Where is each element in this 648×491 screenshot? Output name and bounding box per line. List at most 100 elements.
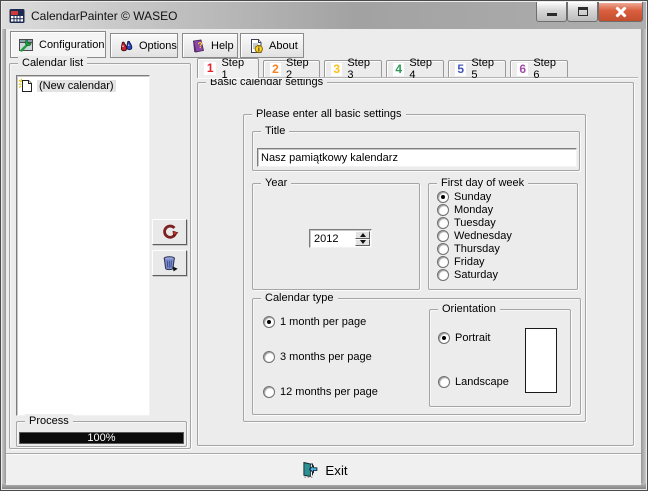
step-label: Step 5 bbox=[471, 57, 499, 81]
calendar-type-group: Calendar type 1 month per page 3 months … bbox=[252, 298, 581, 415]
radio-label: 12 months per page bbox=[280, 386, 378, 398]
orientation-preview bbox=[525, 328, 557, 393]
process-label: Process bbox=[25, 414, 73, 429]
spin-up-button[interactable] bbox=[355, 231, 370, 239]
progress-value: 100% bbox=[87, 432, 115, 444]
step-tab-2[interactable]: 2 Step 2 bbox=[263, 60, 320, 77]
radio-3-months-per-page[interactable]: 3 months per page bbox=[263, 350, 372, 363]
exit-button[interactable]: Exit bbox=[289, 458, 357, 482]
minimize-icon bbox=[547, 13, 557, 16]
year-input[interactable] bbox=[311, 231, 355, 246]
radio-icon bbox=[437, 269, 449, 281]
step-label: Step 2 bbox=[286, 57, 313, 81]
calendar-list-group: Calendar list (New calendar) bbox=[9, 63, 191, 449]
radio-sunday[interactable]: Sunday bbox=[437, 190, 491, 203]
paint-jugs-icon bbox=[118, 38, 134, 54]
radio-12-months-per-page[interactable]: 12 months per page bbox=[263, 385, 378, 398]
minimize-button[interactable] bbox=[536, 2, 567, 22]
basic-settings-group: Basic calendar settings Please enter all… bbox=[197, 82, 634, 446]
step-label: Step 6 bbox=[533, 57, 561, 81]
radio-label: 1 month per page bbox=[280, 316, 366, 328]
exit-label: Exit bbox=[325, 463, 347, 478]
delete-calendar-button[interactable] bbox=[152, 250, 187, 276]
radio-tuesday[interactable]: Tuesday bbox=[437, 216, 496, 229]
radio-label: Friday bbox=[454, 256, 485, 268]
list-item-label: (New calendar) bbox=[37, 80, 116, 92]
radio-icon bbox=[437, 256, 449, 268]
radio-1-month-per-page[interactable]: 1 month per page bbox=[263, 315, 366, 328]
step-label: Step 1 bbox=[221, 57, 252, 81]
calendar-list-label: Calendar list bbox=[18, 56, 87, 71]
open-door-icon bbox=[299, 460, 319, 480]
step-label: Step 4 bbox=[409, 57, 437, 81]
step-tab-6[interactable]: 6 Step 6 bbox=[510, 60, 568, 77]
year-spin-buttons bbox=[355, 231, 370, 246]
radio-icon bbox=[437, 230, 449, 242]
close-button[interactable] bbox=[598, 2, 643, 22]
list-item-new-calendar[interactable]: (New calendar) bbox=[17, 76, 149, 96]
radio-icon bbox=[438, 332, 450, 344]
radio-icon bbox=[263, 316, 275, 328]
first-day-label: First day of week bbox=[437, 176, 528, 191]
radio-friday[interactable]: Friday bbox=[437, 255, 485, 268]
tab-options[interactable]: Options bbox=[110, 33, 178, 58]
tab-label: Help bbox=[211, 40, 234, 52]
progress-bar: 100% bbox=[19, 432, 184, 444]
radio-label: Wednesday bbox=[454, 230, 512, 242]
step-tab-1[interactable]: 1 Step 1 bbox=[197, 58, 259, 78]
tab-help[interactable]: ? Help bbox=[182, 33, 238, 58]
app-calendar-icon bbox=[9, 8, 25, 24]
radio-label: Thursday bbox=[454, 243, 500, 255]
radio-label: Saturday bbox=[454, 269, 498, 281]
year-group: Year bbox=[252, 183, 420, 290]
svg-text:i: i bbox=[258, 46, 260, 53]
wrench-icon bbox=[18, 37, 34, 53]
radio-icon bbox=[437, 243, 449, 255]
title-input[interactable] bbox=[257, 148, 577, 167]
radio-monday[interactable]: Monday bbox=[437, 203, 493, 216]
step-number: 5 bbox=[455, 63, 466, 76]
trash-icon bbox=[161, 254, 179, 272]
maximize-icon bbox=[578, 7, 588, 16]
radio-portrait[interactable]: Portrait bbox=[438, 331, 490, 344]
tab-label: Options bbox=[139, 40, 177, 52]
tab-about[interactable]: i About bbox=[240, 33, 304, 58]
title-label: Title bbox=[261, 124, 289, 139]
svg-text:?: ? bbox=[197, 39, 203, 50]
radio-saturday[interactable]: Saturday bbox=[437, 268, 498, 281]
title-group: Title bbox=[252, 131, 580, 171]
step-tab-4[interactable]: 4 Step 4 bbox=[386, 60, 444, 77]
arrow-down-icon bbox=[360, 240, 366, 244]
enter-settings-group: Please enter all basic settings Title Ye… bbox=[243, 114, 586, 422]
app-window: CalendarPainter © WASEO Configuration Op… bbox=[0, 0, 648, 491]
window-border-left bbox=[2, 29, 6, 483]
radio-label: Monday bbox=[454, 204, 493, 216]
spin-down-button[interactable] bbox=[355, 239, 370, 247]
radio-label: Sunday bbox=[454, 191, 491, 203]
year-label: Year bbox=[261, 176, 291, 191]
window-title: CalendarPainter © WASEO bbox=[31, 9, 177, 23]
arrow-up-icon bbox=[360, 233, 366, 237]
window-border-right bbox=[641, 29, 646, 483]
orientation-label: Orientation bbox=[438, 302, 500, 317]
maximize-button[interactable] bbox=[567, 2, 598, 22]
radio-icon bbox=[437, 204, 449, 216]
radio-landscape[interactable]: Landscape bbox=[438, 375, 509, 388]
radio-thursday[interactable]: Thursday bbox=[437, 242, 500, 255]
step-tab-3[interactable]: 3 Step 3 bbox=[324, 60, 382, 77]
step-tab-5[interactable]: 5 Step 5 bbox=[448, 60, 506, 77]
radio-wednesday[interactable]: Wednesday bbox=[437, 229, 512, 242]
radio-icon bbox=[263, 351, 275, 363]
step-number: 4 bbox=[393, 63, 404, 76]
refresh-arrow-icon bbox=[161, 223, 179, 241]
radio-label: Tuesday bbox=[454, 217, 496, 229]
enter-settings-label: Please enter all basic settings bbox=[252, 107, 406, 122]
refresh-calendar-button[interactable] bbox=[152, 219, 187, 245]
calendar-listbox[interactable]: (New calendar) bbox=[16, 75, 150, 416]
year-spinner[interactable] bbox=[309, 229, 372, 248]
radio-icon bbox=[437, 217, 449, 229]
tab-configuration[interactable]: Configuration bbox=[10, 31, 106, 58]
new-document-icon bbox=[18, 78, 34, 94]
tab-label: About bbox=[269, 40, 298, 52]
first-day-group: First day of week Sunday Monday Tuesday … bbox=[428, 183, 578, 290]
